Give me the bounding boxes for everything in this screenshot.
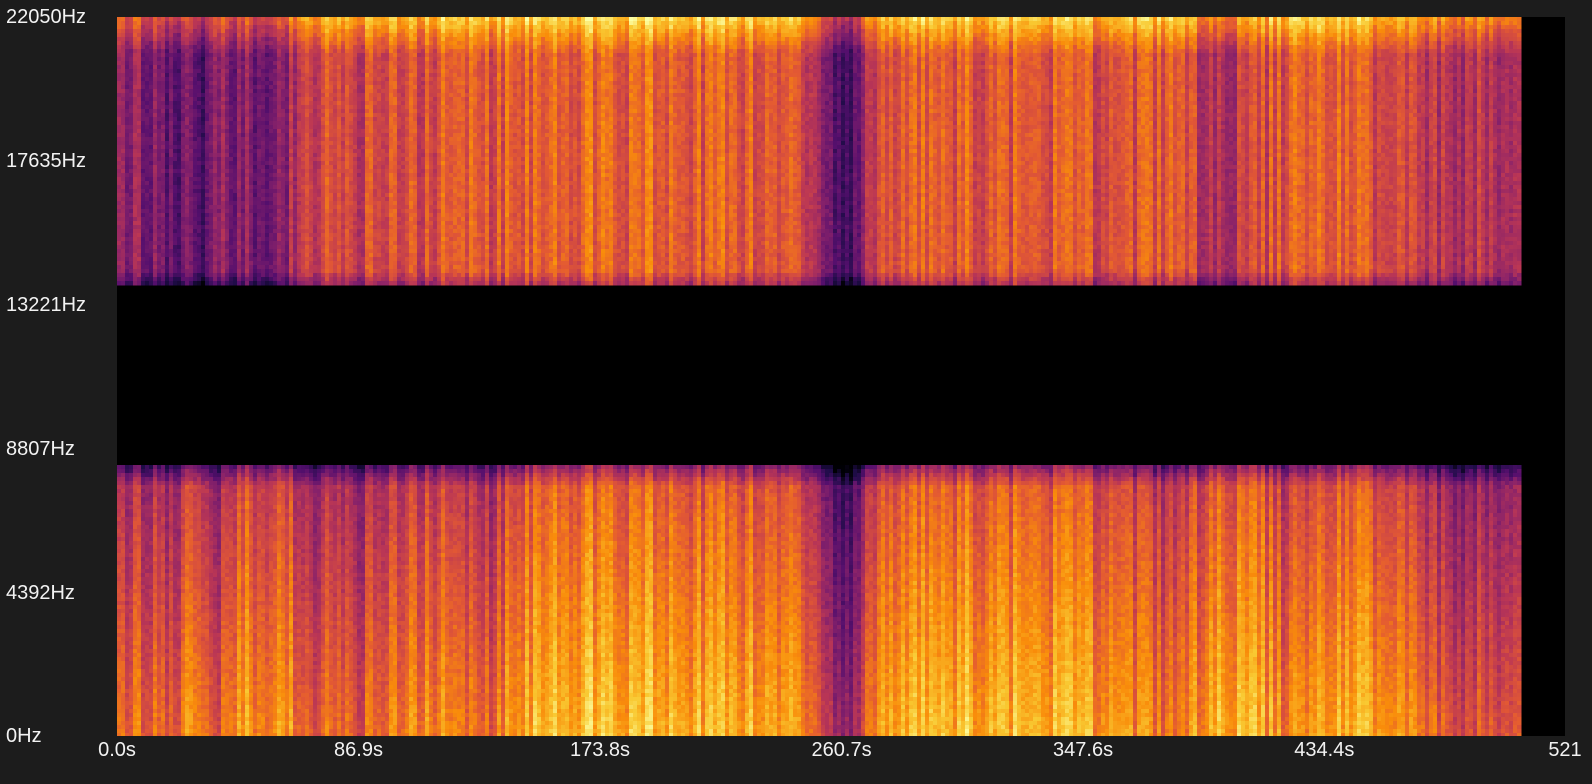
y-tick-label: 0Hz [6, 726, 42, 746]
y-tick-label: 4392Hz [6, 583, 75, 603]
x-tick-label: 260.7s [812, 740, 872, 760]
x-tick-label: 521 [1548, 740, 1581, 760]
y-tick-label: 22050Hz [6, 7, 86, 27]
x-tick-label: 0.0s [98, 740, 136, 760]
spectrogram-plot-area [117, 17, 1565, 736]
y-tick-label: 13221Hz [6, 295, 86, 315]
x-tick-label: 434.4s [1294, 740, 1354, 760]
spectrogram-chart: 0Hz 4392Hz 8807Hz 13221Hz 17635Hz 22050Hz 0.0… [0, 0, 1592, 784]
spectrogram-image [117, 17, 1565, 736]
x-tick-label: 86.9s [334, 740, 383, 760]
x-tick-label: 347.6s [1053, 740, 1113, 760]
y-tick-label: 8807Hz [6, 439, 75, 459]
x-tick-label: 173.8s [570, 740, 630, 760]
y-tick-label: 17635Hz [6, 151, 86, 171]
